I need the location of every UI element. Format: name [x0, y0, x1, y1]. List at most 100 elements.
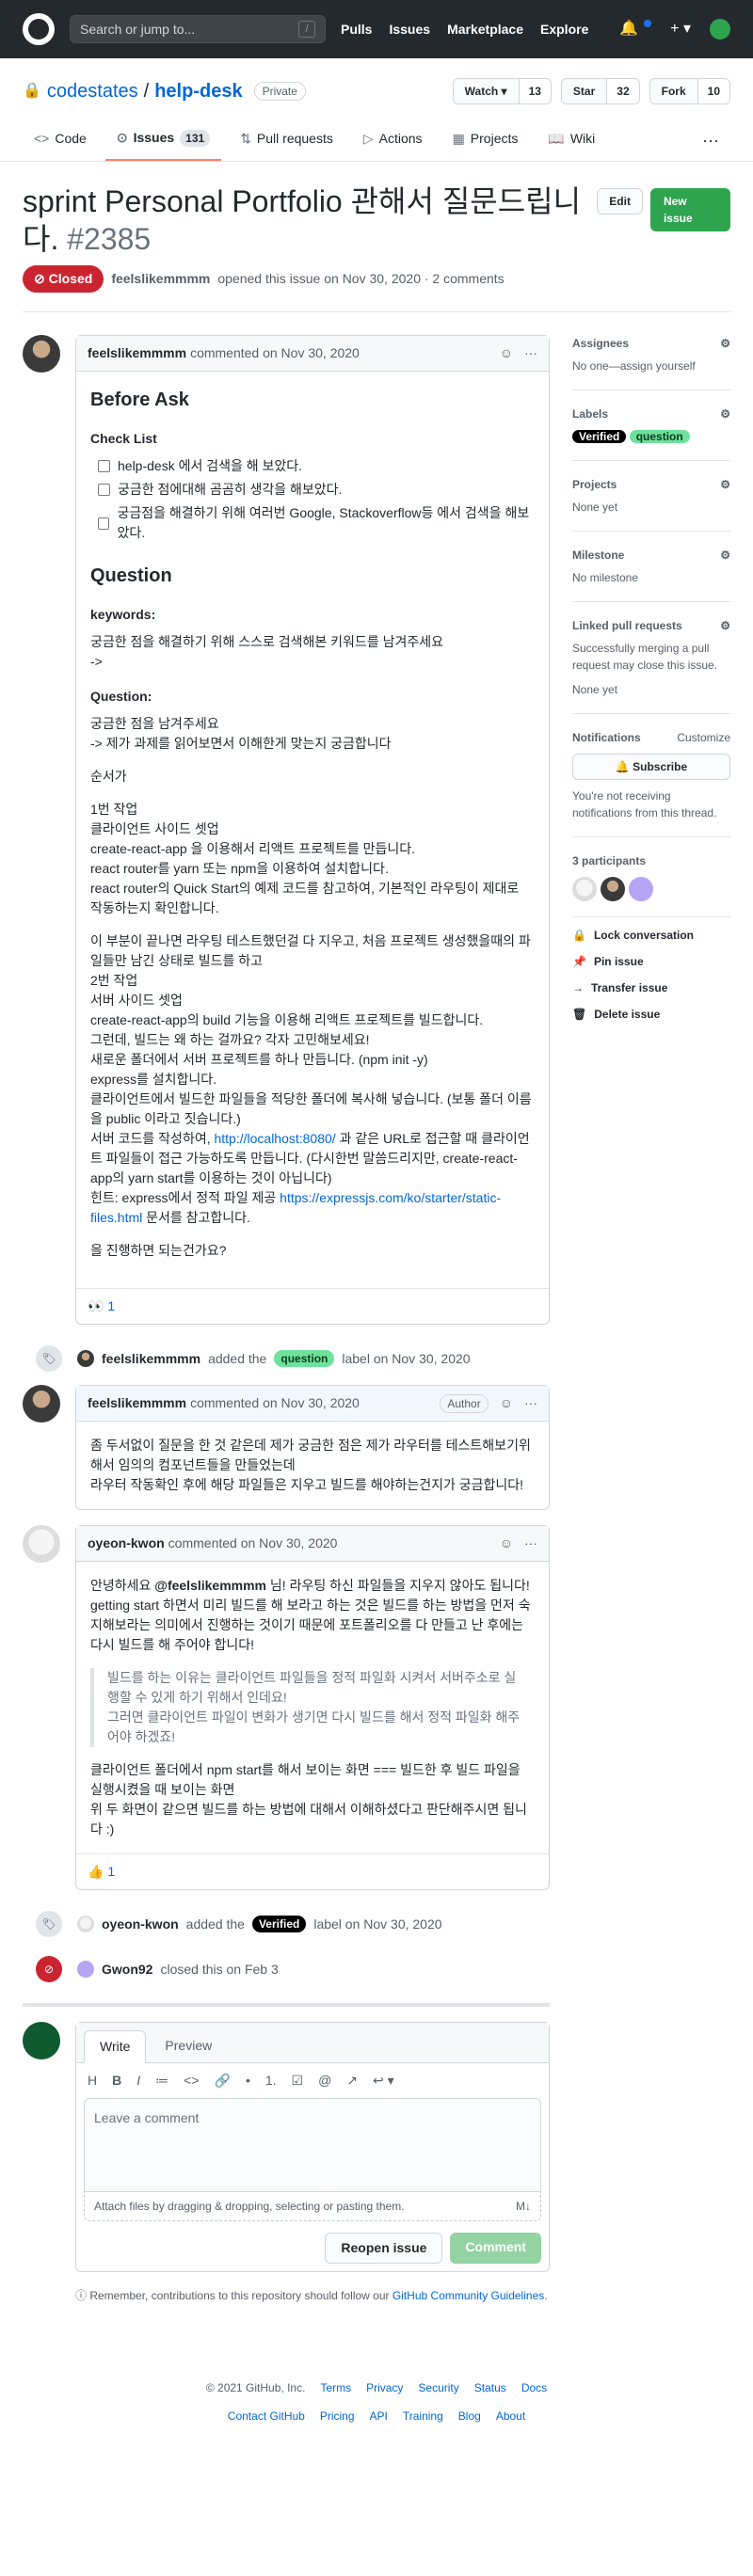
- comment-meta[interactable]: commented on Nov 30, 2020: [190, 343, 360, 363]
- create-new-dropdown[interactable]: + ▾: [670, 18, 691, 40]
- labels-heading[interactable]: Labels: [572, 405, 608, 422]
- checkbox[interactable]: [98, 517, 110, 530]
- avatar[interactable]: [23, 2022, 60, 2059]
- mini-avatar[interactable]: [77, 1916, 94, 1932]
- emoji-icon[interactable]: ☺: [500, 1534, 513, 1553]
- milestone-heading[interactable]: Milestone: [572, 547, 624, 564]
- italic-icon[interactable]: I: [136, 2071, 140, 2091]
- kebab-icon[interactable]: ···: [524, 1534, 537, 1553]
- gear-icon[interactable]: ⚙: [720, 335, 730, 352]
- checkbox[interactable]: [98, 484, 110, 496]
- numbered-list-icon[interactable]: 1.: [265, 2071, 277, 2091]
- comment-meta[interactable]: commented on Nov 30, 2020: [168, 1534, 338, 1553]
- comment-textarea[interactable]: Leave a comment: [84, 2098, 541, 2192]
- label-question[interactable]: question: [629, 430, 690, 443]
- event-actor[interactable]: feelslikemmmm: [102, 1349, 200, 1369]
- comment-author[interactable]: oyeon-kwon: [88, 1534, 165, 1553]
- comment-button[interactable]: Comment: [450, 2233, 541, 2264]
- repo-name-link[interactable]: help-desk: [154, 77, 242, 105]
- footer-link-privacy[interactable]: Privacy: [366, 2379, 403, 2396]
- assignees-heading[interactable]: Assignees: [572, 335, 629, 352]
- localhost-link[interactable]: http://localhost:8080/: [214, 1131, 335, 1146]
- fork-count[interactable]: 10: [697, 79, 729, 103]
- footer-link-contact[interactable]: Contact GitHub: [228, 2408, 305, 2425]
- avatar[interactable]: [23, 335, 60, 373]
- linked-prs-heading[interactable]: Linked pull requests: [572, 617, 682, 634]
- participant-avatar[interactable]: [572, 877, 597, 901]
- bullet-list-icon[interactable]: •: [246, 2071, 250, 2091]
- new-issue-button[interactable]: New issue: [649, 188, 730, 231]
- lock-conversation[interactable]: 🔒 Lock conversation: [572, 927, 730, 944]
- edit-button[interactable]: Edit: [597, 188, 643, 215]
- repo-owner-link[interactable]: codestates: [47, 77, 138, 105]
- nav-pulls[interactable]: Pulls: [341, 20, 372, 40]
- reaction-eyes[interactable]: 👀 1: [76, 1288, 549, 1324]
- comment-meta[interactable]: commented on Nov 30, 2020: [190, 1393, 360, 1413]
- quote-icon[interactable]: ≔: [155, 2071, 168, 2091]
- comment-author[interactable]: feelslikemmmm: [88, 1393, 186, 1413]
- tab-pull-requests[interactable]: ⇅ Pull requests: [229, 120, 344, 161]
- task-list-icon[interactable]: ☑: [292, 2071, 304, 2091]
- tab-preview[interactable]: Preview: [150, 2030, 227, 2062]
- guidelines-link[interactable]: GitHub Community Guidelines: [393, 2289, 544, 2302]
- assignees-value[interactable]: No one—assign yourself: [572, 359, 696, 373]
- tab-actions[interactable]: ▷ Actions: [352, 120, 434, 161]
- link-icon[interactable]: 🔗: [215, 2071, 231, 2091]
- user-avatar[interactable]: [710, 19, 730, 40]
- fork-button[interactable]: Fork 10: [649, 78, 730, 104]
- mention-icon[interactable]: @: [318, 2071, 331, 2091]
- watch-count[interactable]: 13: [518, 79, 551, 103]
- transfer-issue[interactable]: → Transfer issue: [572, 979, 730, 996]
- kebab-icon[interactable]: ···: [524, 1393, 537, 1413]
- watch-button[interactable]: Watch ▾ 13: [452, 78, 552, 104]
- reopen-issue-button[interactable]: Reopen issue: [325, 2233, 443, 2264]
- participant-avatar[interactable]: [601, 877, 625, 901]
- delete-issue[interactable]: 🗑 Delete issue: [572, 1006, 730, 1023]
- gear-icon[interactable]: ⚙: [720, 476, 730, 493]
- footer-link-blog[interactable]: Blog: [458, 2408, 481, 2425]
- emoji-icon[interactable]: ☺: [500, 1393, 513, 1413]
- search-input[interactable]: Search or jump to... /: [70, 15, 326, 43]
- comment-author[interactable]: feelslikemmmm: [88, 343, 186, 363]
- nav-issues[interactable]: Issues: [389, 20, 430, 40]
- bold-icon[interactable]: B: [112, 2071, 121, 2091]
- heading-icon[interactable]: H: [88, 2071, 97, 2091]
- customize-link[interactable]: Customize: [677, 729, 730, 746]
- projects-heading[interactable]: Projects: [572, 476, 617, 493]
- footer-link-about[interactable]: About: [496, 2408, 525, 2425]
- mini-avatar[interactable]: [77, 1350, 94, 1367]
- tab-wiki[interactable]: 📖 Wiki: [537, 120, 606, 161]
- kebab-icon[interactable]: ···: [524, 343, 537, 363]
- event-actor[interactable]: oyeon-kwon: [102, 1915, 179, 1934]
- star-count[interactable]: 32: [606, 79, 639, 103]
- nav-marketplace[interactable]: Marketplace: [447, 20, 523, 40]
- user-mention[interactable]: @feelslikemmmm: [154, 1578, 266, 1593]
- github-logo-icon[interactable]: [23, 13, 55, 45]
- tab-code[interactable]: <> Code: [23, 120, 98, 161]
- markdown-icon[interactable]: M↓: [516, 2198, 531, 2215]
- footer-link-training[interactable]: Training: [403, 2408, 443, 2425]
- tab-projects[interactable]: ▦ Projects: [441, 120, 530, 161]
- reply-icon[interactable]: ↩ ▾: [373, 2071, 394, 2091]
- label-verified[interactable]: Verified: [572, 430, 627, 443]
- footer-link-security[interactable]: Security: [418, 2379, 458, 2396]
- gear-icon[interactable]: ⚙: [720, 405, 730, 422]
- footer-link-docs[interactable]: Docs: [521, 2379, 547, 2396]
- subscribe-button[interactable]: 🔔 Subscribe: [572, 754, 730, 780]
- gear-icon[interactable]: ⚙: [720, 617, 730, 634]
- star-button[interactable]: Star 32: [560, 78, 640, 104]
- tab-issues[interactable]: ⊙ Issues 131: [104, 120, 222, 161]
- gear-icon[interactable]: ⚙: [720, 547, 730, 564]
- event-actor[interactable]: Gwon92: [102, 1960, 152, 1980]
- pin-issue[interactable]: 📌 Pin issue: [572, 953, 730, 970]
- more-tabs-icon[interactable]: ···: [691, 120, 730, 161]
- checkbox[interactable]: [98, 460, 110, 472]
- footer-link-terms[interactable]: Terms: [320, 2379, 351, 2396]
- avatar[interactable]: [23, 1525, 60, 1563]
- mini-avatar[interactable]: [77, 1961, 94, 1978]
- code-icon[interactable]: <>: [184, 2071, 199, 2091]
- footer-link-status[interactable]: Status: [474, 2379, 506, 2396]
- participant-avatar[interactable]: [629, 877, 653, 901]
- footer-link-pricing[interactable]: Pricing: [320, 2408, 355, 2425]
- tab-write[interactable]: Write: [84, 2030, 147, 2063]
